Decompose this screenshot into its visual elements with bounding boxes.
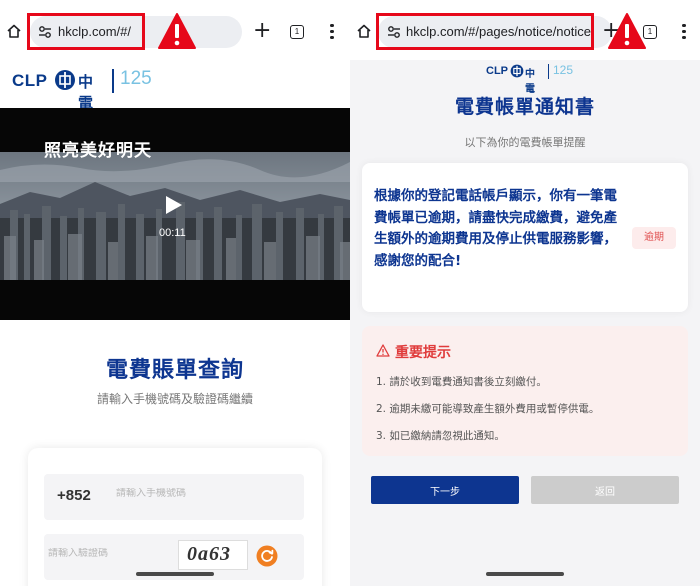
logo-en-text: CLP [12, 71, 48, 90]
logo-divider [548, 64, 549, 79]
clp-emblem-icon [55, 70, 75, 90]
logo-cn-text: 中電 [78, 73, 94, 112]
screenshot-frame: hkclp.com/#/ + 1 CLP 中電 125 照亮美好明天 00:11… [0, 0, 700, 586]
tips-title: 重要提示 [395, 345, 451, 361]
query-title: 電費賬單查詢 [105, 358, 244, 383]
tip-item: 3. 如已繳納請忽視此通知。 [376, 430, 505, 442]
logo-divider [112, 69, 114, 93]
warning-triangle-icon [376, 344, 390, 357]
tab-switcher-icon[interactable]: 1 [290, 25, 304, 39]
bill-notice-card: 根據你的登記電話帳戶顯示，你有一筆電費帳單已逾期，請盡快完成繳費，避免產生額外的… [362, 163, 688, 312]
notice-page-title: 電費帳單通知書 [454, 96, 595, 118]
phone-number-input[interactable] [116, 488, 296, 499]
more-menu-icon[interactable] [330, 24, 334, 40]
home-icon[interactable] [6, 23, 22, 39]
bottom-safe-area [350, 566, 700, 586]
tip-item: 1. 請於收到電費通知書後立刻繳付。 [376, 376, 547, 388]
logo-anniversary-text: 125 [553, 63, 574, 77]
more-menu-icon[interactable] [682, 24, 686, 40]
login-form-card: +852 0a63 [28, 448, 322, 586]
gesture-handle [136, 572, 214, 576]
warning-icon [608, 13, 646, 49]
left-phone-screen: hkclp.com/#/ + 1 CLP 中電 125 照亮美好明天 00:11… [0, 0, 350, 586]
back-button[interactable]: 返回 [531, 476, 679, 504]
query-subtitle: 請輸入手機號碼及驗證碼繼續 [96, 392, 253, 406]
warning-icon [158, 13, 196, 49]
new-tab-icon[interactable]: + [253, 18, 271, 44]
logo-anniversary-text: 125 [120, 68, 152, 89]
video-player[interactable]: 照亮美好明天 00:11 [0, 108, 350, 320]
url-highlight-box [376, 13, 594, 50]
play-icon[interactable] [165, 195, 183, 215]
browser-toolbar: hkclp.com/#/pages/notice/notice + 1 [350, 0, 700, 60]
overdue-status-badge: 逾期 [632, 227, 676, 249]
home-icon[interactable] [356, 23, 372, 39]
country-code[interactable]: +852 [57, 487, 91, 504]
city-skyline-image [0, 152, 350, 280]
video-duration: 00:11 [159, 227, 186, 239]
captcha-input[interactable] [48, 548, 158, 559]
tip-item: 2. 逾期未繳可能導致產生額外費用或暫停供電。 [376, 403, 600, 415]
gesture-handle [486, 572, 564, 576]
url-highlight-box [27, 13, 145, 50]
video-title: 照亮美好明天 [44, 141, 152, 161]
right-phone-screen: hkclp.com/#/pages/notice/notice + 1 CLP … [350, 0, 700, 586]
browser-toolbar: hkclp.com/#/ + 1 [0, 0, 350, 60]
logo-en-text: CLP [486, 65, 508, 77]
logo-cn-text: 中電 [525, 69, 535, 95]
important-tips-card: 重要提示 1. 請於收到電費通知書後立刻繳付。 2. 逾期未繳可能導致產生額外費… [362, 326, 688, 456]
refresh-captcha-icon[interactable] [256, 545, 278, 567]
clp-emblem-icon [510, 64, 524, 78]
phone-input-row[interactable]: +852 [44, 474, 304, 520]
tab-switcher-icon[interactable]: 1 [643, 25, 657, 39]
notice-message: 根據你的登記電話帳戶顯示，你有一筆電費帳單已逾期，請盡快完成繳費，避免產生額外的… [374, 188, 617, 269]
captcha-text: 0a63 [187, 543, 231, 565]
captcha-image[interactable]: 0a63 [178, 540, 248, 570]
next-step-button[interactable]: 下一步 [371, 476, 519, 504]
notice-page-subtitle: 以下為你的電費帳單提醒 [464, 136, 586, 149]
